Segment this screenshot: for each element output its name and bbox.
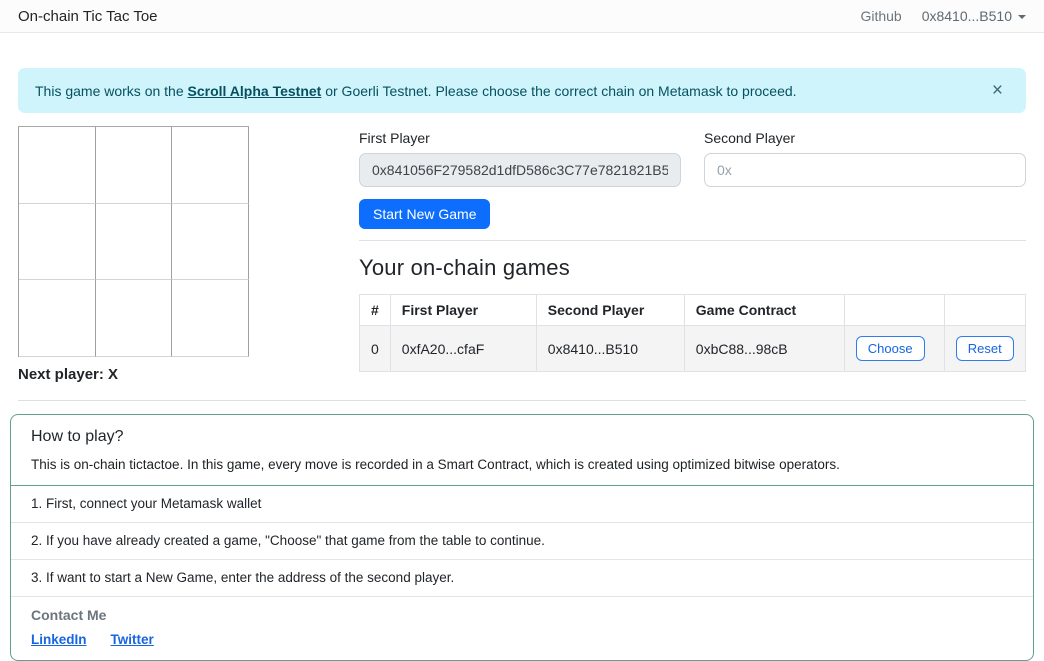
scroll-testnet-link[interactable]: Scroll Alpha Testnet	[188, 83, 322, 99]
board-square[interactable]	[19, 280, 96, 357]
game-controls-section: First Player Second Player Start New Gam…	[359, 126, 1026, 372]
start-new-game-button[interactable]: Start New Game	[359, 199, 490, 229]
game-second-player-cell: 0x8410...B510	[536, 326, 684, 372]
chevron-down-icon	[1018, 15, 1026, 19]
section-divider	[18, 400, 1026, 401]
how-to-play-title: How to play?	[31, 428, 1013, 446]
list-item: 3. If want to start a New Game, enter th…	[11, 560, 1033, 597]
game-first-player-cell: 0xfA20...cfaF	[390, 326, 536, 372]
contact-me-label: Contact Me	[31, 607, 1013, 623]
first-player-input	[359, 153, 681, 187]
board-square[interactable]	[19, 127, 96, 204]
choose-button[interactable]: Choose	[856, 336, 925, 361]
list-item: 1. First, connect your Metamask wallet	[11, 486, 1033, 523]
app-title: On-chain Tic Tac Toe	[18, 8, 158, 25]
second-player-input[interactable]	[704, 153, 1026, 187]
next-player-status: Next player: X	[18, 366, 359, 383]
alert-text-before: This game works on the	[35, 83, 188, 99]
game-contract-cell: 0xbC88...98cB	[684, 326, 844, 372]
players-form: First Player Second Player	[359, 126, 1026, 187]
alert-text-after: or Goerli Testnet. Please choose the cor…	[321, 83, 796, 99]
board-square[interactable]	[172, 204, 249, 281]
github-link[interactable]: Github	[860, 8, 901, 24]
column-header-choose	[844, 295, 944, 326]
wallet-address: 0x8410...B510	[922, 8, 1012, 24]
games-header-row: # First Player Second Player Game Contra…	[360, 295, 1026, 326]
column-header-index: #	[360, 295, 391, 326]
network-alert-text: This game works on the Scroll Alpha Test…	[35, 83, 797, 99]
main-row: Next player: X First Player Second Playe…	[18, 126, 1026, 383]
column-header-reset	[944, 295, 1025, 326]
contact-footer: Contact Me LinkedIn Twitter	[11, 597, 1033, 660]
board-square[interactable]	[96, 204, 173, 281]
how-to-play-description: This is on-chain tictactoe. In this game…	[31, 457, 1013, 472]
board-square[interactable]	[19, 204, 96, 281]
column-header-second-player: Second Player	[536, 295, 684, 326]
network-alert: This game works on the Scroll Alpha Test…	[18, 68, 1026, 113]
navbar: On-chain Tic Tac Toe Github 0x8410...B51…	[0, 0, 1044, 33]
how-to-play-header: How to play? This is on-chain tictactoe.…	[11, 415, 1033, 486]
choose-cell: Choose	[844, 326, 944, 372]
reset-button[interactable]: Reset	[956, 336, 1014, 361]
close-icon[interactable]: ×	[986, 79, 1009, 102]
board-square[interactable]	[172, 127, 249, 204]
games-table: # First Player Second Player Game Contra…	[359, 294, 1026, 372]
board-row	[19, 127, 249, 204]
games-table-body: 0 0xfA20...cfaF 0x8410...B510 0xbC88...9…	[360, 326, 1026, 372]
board-row	[19, 204, 249, 281]
board-square[interactable]	[172, 280, 249, 357]
list-item: 2. If you have already created a game, "…	[11, 523, 1033, 560]
form-divider	[359, 240, 1026, 241]
how-to-play-card: How to play? This is on-chain tictactoe.…	[10, 414, 1034, 661]
page-container: This game works on the Scroll Alpha Test…	[0, 68, 1044, 661]
tictactoe-board	[18, 126, 249, 357]
column-header-first-player: First Player	[390, 295, 536, 326]
games-heading: Your on-chain games	[359, 255, 1026, 281]
navbar-right: Github 0x8410...B510	[860, 8, 1026, 24]
game-board-section: Next player: X	[18, 126, 359, 383]
first-player-group: First Player	[359, 126, 681, 187]
board-square[interactable]	[96, 280, 173, 357]
games-table-head: # First Player Second Player Game Contra…	[360, 295, 1026, 326]
second-player-label: Second Player	[704, 130, 1026, 146]
second-player-group: Second Player	[704, 126, 1026, 187]
game-index-cell: 0	[360, 326, 391, 372]
board-row	[19, 280, 249, 357]
column-header-game-contract: Game Contract	[684, 295, 844, 326]
first-player-label: First Player	[359, 130, 681, 146]
table-row: 0 0xfA20...cfaF 0x8410...B510 0xbC88...9…	[360, 326, 1026, 372]
wallet-dropdown[interactable]: 0x8410...B510	[922, 8, 1026, 24]
board-square[interactable]	[96, 127, 173, 204]
reset-cell: Reset	[944, 326, 1025, 372]
